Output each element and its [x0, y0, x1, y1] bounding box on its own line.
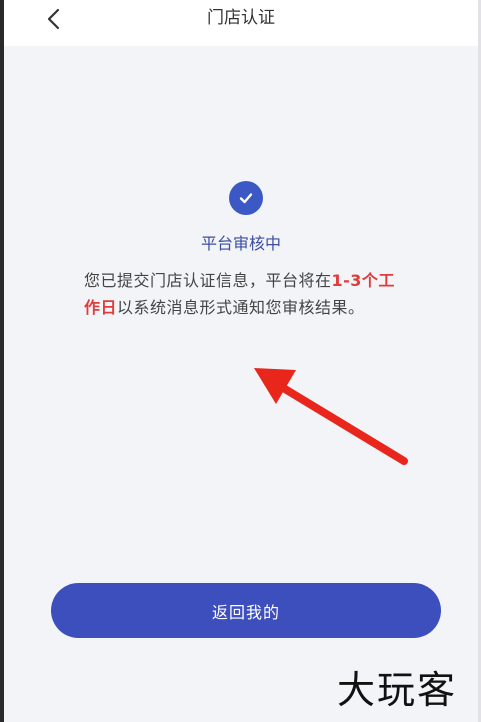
nav-header: 门店认证	[4, 0, 478, 46]
check-circle-icon	[229, 181, 263, 215]
red-arrow-icon	[254, 368, 408, 465]
page-title: 门店认证	[207, 8, 275, 28]
status-title: 平台审核中	[200, 234, 281, 253]
message-text-part2: 以系统消息形式通知您审核结果。	[117, 298, 365, 317]
message-text-part1: 您已提交门店认证信息，平台将在	[84, 271, 332, 290]
watermark-logo: 大玩客	[337, 668, 458, 712]
return-to-mine-button[interactable]: 返回我的	[51, 583, 441, 638]
main-content: 平台审核中 您已提交门店认证信息，平台将在1-3个工作日以系统消息形式通知您审核…	[4, 46, 478, 722]
status-message: 您已提交门店认证信息，平台将在1-3个工作日以系统消息形式通知您审核结果。	[84, 267, 404, 321]
check-mark-icon	[239, 193, 253, 204]
